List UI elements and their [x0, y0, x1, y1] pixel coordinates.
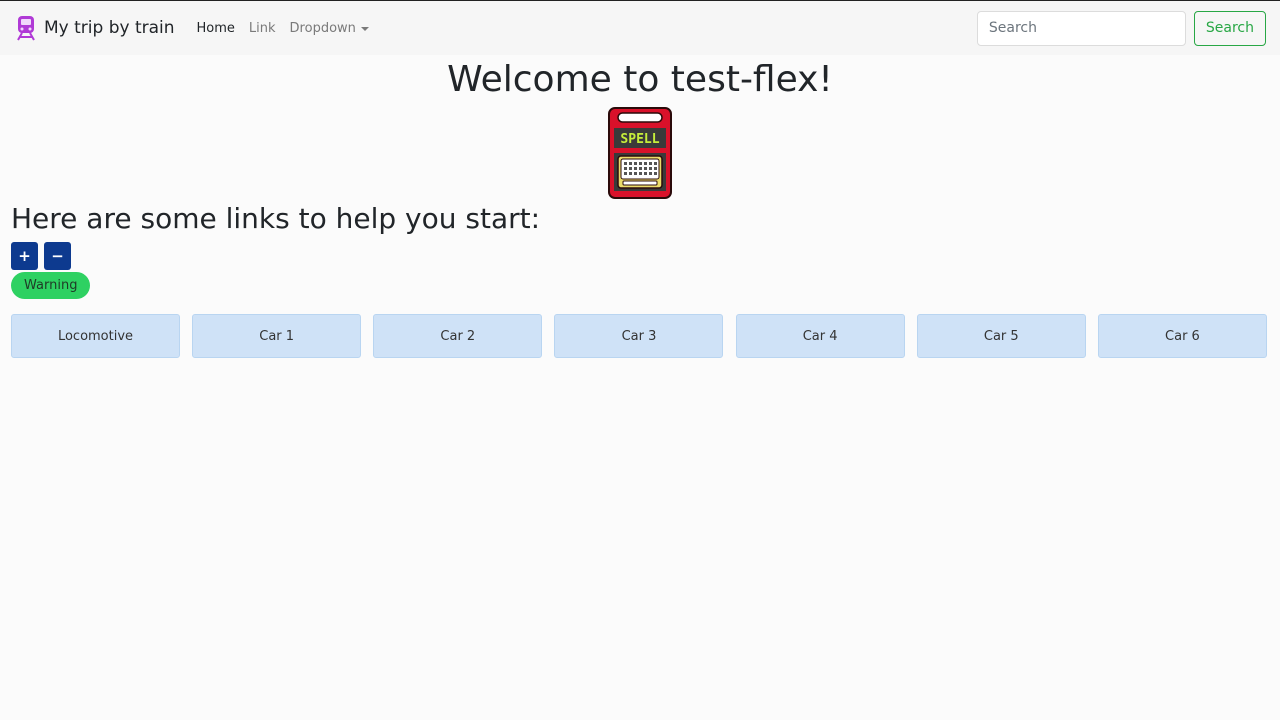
train-car-1[interactable]: Car 1: [192, 314, 362, 358]
train-icon: [16, 15, 36, 41]
counter-controls: + −: [11, 242, 1280, 270]
train-car-3[interactable]: Car 3: [554, 314, 724, 358]
train-car-2[interactable]: Car 2: [373, 314, 543, 358]
train-cars: Locomotive Car 1 Car 2 Car 3 Car 4 Car 5…: [11, 314, 1267, 358]
brand-link[interactable]: My trip by train: [16, 15, 175, 41]
page-title: Welcome to test-flex!: [447, 59, 833, 100]
nav-link-home[interactable]: Home: [197, 21, 235, 36]
nav-link-link[interactable]: Link: [249, 21, 276, 36]
brand-name: My trip by train: [44, 18, 175, 38]
decrement-button[interactable]: −: [44, 242, 71, 270]
train-car-locomotive[interactable]: Locomotive: [11, 314, 180, 358]
caret-down-icon: [360, 27, 369, 31]
nav-dropdown-label: Dropdown: [289, 20, 356, 36]
train-car-5[interactable]: Car 5: [916, 314, 1086, 358]
links-heading: Here are some links to help you start:: [11, 202, 541, 235]
nav-links: Home Link Dropdown: [197, 21, 369, 36]
increment-button[interactable]: +: [11, 242, 38, 270]
warning-badge: Warning: [11, 272, 91, 299]
search-input[interactable]: [976, 10, 1186, 46]
logo: SPELL: [0, 102, 1280, 202]
search-button[interactable]: Search: [1193, 10, 1266, 46]
nav-dropdown[interactable]: Dropdown: [290, 21, 369, 36]
navbar: My trip by train Home Link Dropdown Sear…: [0, 0, 1280, 55]
train-car-4[interactable]: Car 4: [735, 314, 905, 358]
logo-text: SPELL: [620, 132, 659, 147]
search-form: Search: [976, 10, 1266, 46]
spell-machine-icon: SPELL: [608, 107, 672, 199]
train-car-6[interactable]: Car 6: [1097, 314, 1267, 358]
